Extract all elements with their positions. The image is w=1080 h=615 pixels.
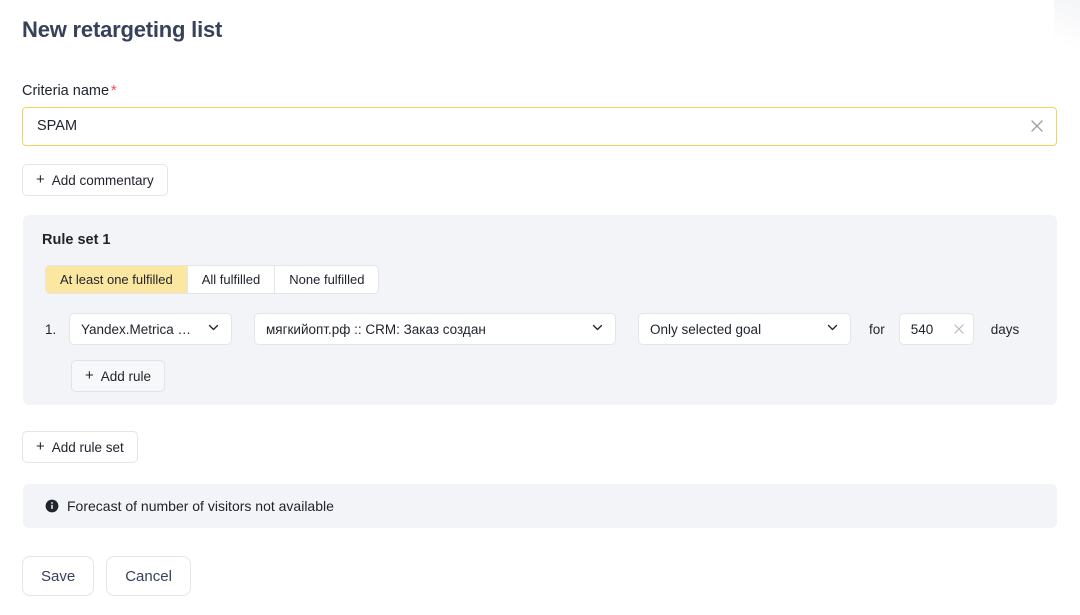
- rule-scope-select[interactable]: Only selected goal: [638, 313, 851, 345]
- segment-all-fulfilled[interactable]: All fulfilled: [187, 266, 276, 293]
- rule-source-select[interactable]: Yandex.Metrica goal: [69, 313, 232, 345]
- close-x-icon[interactable]: [1028, 117, 1046, 135]
- page-title: New retargeting list: [22, 17, 223, 42]
- rule-days-input[interactable]: [908, 314, 951, 344]
- cancel-button[interactable]: Cancel: [106, 556, 191, 596]
- forecast-notice: Forecast of number of visitors not avail…: [23, 484, 1057, 528]
- chevron-down-icon: [207, 321, 220, 337]
- required-asterisk: *: [111, 83, 117, 99]
- close-x-icon[interactable]: [952, 322, 966, 336]
- rule-set-title: Rule set 1: [42, 232, 111, 248]
- rule-row: 1. Yandex.Metrica goal мягкийопт.рф :: C…: [45, 313, 1019, 345]
- rule-set-panel: Rule set 1 At least one fulfilled All fu…: [23, 215, 1057, 405]
- criteria-name-field[interactable]: [22, 107, 1057, 146]
- rule-number: 1.: [45, 321, 57, 337]
- add-rule-button[interactable]: + Add rule: [71, 360, 166, 392]
- segment-at-least-one-fulfilled[interactable]: At least one fulfilled: [46, 266, 188, 293]
- criteria-name-label: Criteria name *: [22, 83, 117, 99]
- retargeting-list-form: New retargeting list Criteria name* + Ad…: [0, 0, 1080, 615]
- form-actions: Save Cancel: [22, 556, 191, 596]
- criteria-name-label-text: Criteria name: [22, 83, 110, 99]
- plus-icon: +: [36, 171, 45, 188]
- segment-none-fulfilled[interactable]: None fulfilled: [275, 266, 379, 293]
- for-label: for: [869, 321, 885, 337]
- rule-days-field[interactable]: [898, 313, 974, 345]
- chevron-down-icon: [826, 321, 839, 337]
- forecast-notice-text: Forecast of number of visitors not avail…: [67, 498, 334, 514]
- plus-icon: +: [36, 438, 45, 455]
- save-button[interactable]: Save: [22, 556, 95, 596]
- add-commentary-label: Add commentary: [51, 172, 154, 188]
- info-circle-icon: [45, 499, 59, 513]
- add-rule-set-button[interactable]: + Add rule set: [22, 431, 138, 463]
- add-commentary-button[interactable]: + Add commentary: [22, 164, 168, 196]
- add-rule-set-label: Add rule set: [51, 439, 124, 455]
- criteria-name-input[interactable]: [35, 108, 1005, 144]
- days-label: days: [990, 321, 1020, 337]
- fulfillment-mode-segmented-control[interactable]: At least one fulfilled All fulfilled Non…: [45, 265, 380, 294]
- page-corner-shade: [1054, 0, 1080, 58]
- rule-goal-select[interactable]: мягкийопт.рф :: CRM: Заказ создан: [254, 313, 616, 345]
- rule-scope-value: Only selected goal: [650, 321, 762, 337]
- add-rule-label: Add rule: [100, 368, 152, 384]
- rule-source-value: Yandex.Metrica goal: [81, 321, 193, 337]
- rule-goal-value: мягкийопт.рф :: CRM: Заказ создан: [266, 321, 486, 337]
- chevron-down-icon: [591, 321, 604, 337]
- plus-icon: +: [85, 367, 94, 384]
